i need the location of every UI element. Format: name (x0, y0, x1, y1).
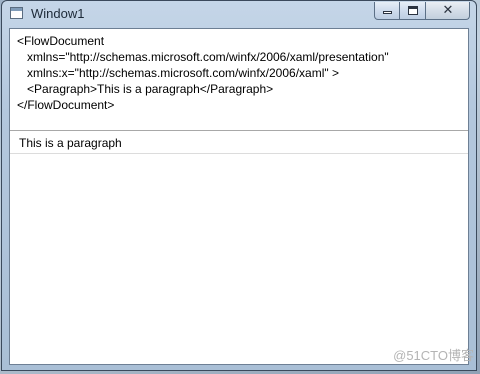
source-line: <FlowDocument (17, 34, 105, 48)
maximize-button[interactable] (400, 2, 426, 20)
source-line: <Paragraph>This is a paragraph</Paragrap… (17, 82, 274, 96)
flow-document-viewer[interactable]: This is a paragraph (10, 132, 468, 154)
source-line: xmlns="http://schemas.microsoft.com/winf… (17, 50, 389, 64)
close-icon: ✕ (442, 3, 454, 18)
window-title: Window1 (31, 6, 85, 21)
window-icon[interactable] (10, 7, 23, 19)
watermark-text: @51CTO博客 (393, 348, 474, 363)
caption-buttons: ✕ (374, 2, 470, 21)
minimize-icon (383, 11, 392, 14)
app-window: Window1 ✕ <FlowDocument xmlns="http://sc… (1, 0, 477, 371)
title-bar[interactable]: Window1 ✕ (2, 1, 476, 27)
client-area: <FlowDocument xmlns="http://schemas.micr… (9, 28, 469, 365)
source-line: </FlowDocument> (17, 98, 115, 112)
close-button[interactable]: ✕ (426, 2, 470, 20)
xaml-source-textbox[interactable]: <FlowDocument xmlns="http://schemas.micr… (10, 29, 468, 131)
maximize-icon (408, 6, 418, 15)
minimize-button[interactable] (374, 2, 400, 20)
rendered-paragraph: This is a paragraph (19, 136, 122, 150)
source-line: xmlns:x="http://schemas.microsoft.com/wi… (17, 66, 339, 80)
